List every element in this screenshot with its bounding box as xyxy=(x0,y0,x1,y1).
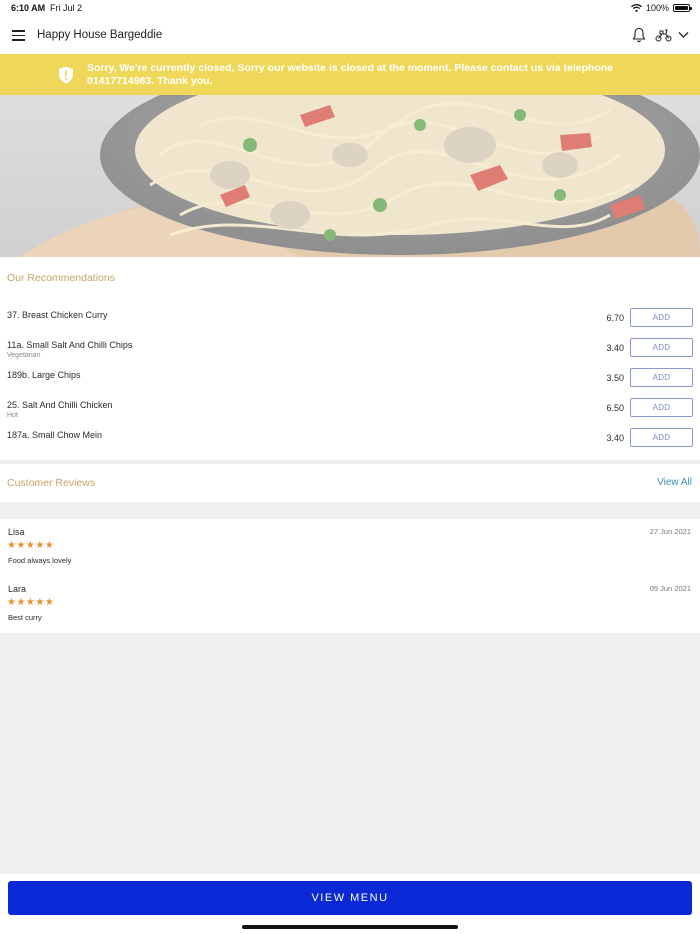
status-date: Fri Jul 2 xyxy=(50,3,83,13)
menu-item-price: 6.50 xyxy=(606,403,624,413)
home-indicator xyxy=(242,925,458,929)
review-comment: Best curry xyxy=(8,613,42,622)
add-button[interactable]: ADD xyxy=(630,308,693,327)
closed-banner: Sorry, We're currently closed, Sorry our… xyxy=(0,54,700,95)
star-rating: ★★★★★ xyxy=(7,597,55,608)
add-button[interactable]: ADD xyxy=(630,398,693,417)
bell-icon[interactable] xyxy=(632,27,646,43)
menu-item-name: 189b. Large Chips xyxy=(7,370,81,380)
battery-percent: 100% xyxy=(645,3,669,13)
review-comment: Food always lovely xyxy=(8,556,72,565)
review-date: 27 Jun 2021 xyxy=(649,527,691,536)
review-author: Lara xyxy=(8,584,27,594)
view-menu-button[interactable]: VIEW MENU xyxy=(8,881,692,915)
menu-item-price: 3.40 xyxy=(606,343,624,353)
restaurant-title: Happy House Bargeddie xyxy=(37,29,163,41)
review-date: 05 Jun 2021 xyxy=(649,584,691,593)
menu-item-price: 3.40 xyxy=(606,433,624,443)
app-header: Happy House Bargeddie xyxy=(0,17,700,54)
menu-item-name: 37. Breast Chicken Curry xyxy=(7,310,108,320)
menu-item: 11a. Small Salt And Chilli Chips Vegetar… xyxy=(0,338,700,368)
menu-item-tag: Hot xyxy=(7,412,18,419)
menu-item: 189b. Large Chips 3.50 ADD xyxy=(0,368,700,398)
menu-item: 37. Breast Chicken Curry 6.70 ADD xyxy=(0,308,700,338)
view-all-link[interactable]: View All xyxy=(657,477,692,488)
add-button[interactable]: ADD xyxy=(630,428,693,447)
menu-item: 25. Salt And Chilli Chicken Hot 6.50 ADD xyxy=(0,398,700,428)
battery-icon xyxy=(673,4,692,12)
scooter-icon[interactable] xyxy=(655,28,672,42)
add-button[interactable]: ADD xyxy=(630,338,693,357)
banner-message: Sorry, We're currently closed, Sorry our… xyxy=(87,62,614,87)
reviews-header: Customer Reviews View All xyxy=(0,464,700,502)
menu-item-price: 3.50 xyxy=(606,373,624,383)
shield-alert-icon xyxy=(59,66,73,84)
menu-item-price: 6.70 xyxy=(606,313,624,323)
wifi-icon xyxy=(631,4,642,12)
menu-icon[interactable] xyxy=(12,30,25,41)
menu-item-name: 11a. Small Salt And Chilli Chips xyxy=(7,340,133,350)
menu-item: 187a. Small Chow Mein 3.40 ADD xyxy=(0,428,700,458)
review-author: Lisa xyxy=(8,527,25,537)
recommendations-title: Our Recommendations xyxy=(7,272,115,284)
review-item: Lara 05 Jun 2021 ★★★★★ Best curry xyxy=(0,584,700,634)
status-right: 100% xyxy=(631,3,692,13)
hero-food-image xyxy=(0,95,700,257)
reviews-list: Lisa 27 Jun 2021 ★★★★★ Food always lovel… xyxy=(0,519,700,633)
add-button[interactable]: ADD xyxy=(630,368,693,387)
reviews-title: Customer Reviews xyxy=(7,477,96,489)
recommendations-section: Our Recommendations 37. Breast Chicken C… xyxy=(0,257,700,460)
star-rating: ★★★★★ xyxy=(7,540,55,551)
status-time: 6:10 AM xyxy=(11,3,46,13)
menu-item-name: 25. Salt And Chilli Chicken xyxy=(7,400,113,410)
menu-item-name: 187a. Small Chow Mein xyxy=(7,430,103,440)
status-bar: 6:10 AM Fri Jul 2 100% xyxy=(0,0,700,17)
review-item: Lisa 27 Jun 2021 ★★★★★ Food always lovel… xyxy=(0,527,700,577)
menu-item-tag: Vegetarian xyxy=(7,352,41,359)
chevron-down-icon[interactable] xyxy=(678,30,689,39)
